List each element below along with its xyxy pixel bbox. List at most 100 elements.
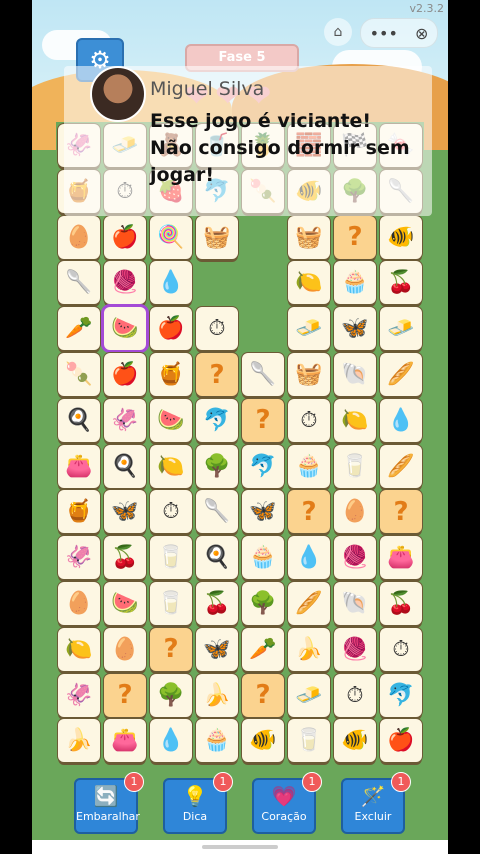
- tile[interactable]: 🥄: [196, 490, 238, 534]
- menu-capsule[interactable]: ••• ⊗: [360, 18, 438, 48]
- tile[interactable]: 🦑: [104, 398, 146, 442]
- tile[interactable]: 🧶: [334, 536, 376, 580]
- tile[interactable]: 🌳: [150, 673, 192, 717]
- tile[interactable]: 🍋: [288, 261, 330, 305]
- tile[interactable]: 💧: [150, 261, 192, 305]
- more-icon[interactable]: •••: [370, 24, 398, 43]
- tile[interactable]: 🥚: [334, 490, 376, 534]
- home-icon[interactable]: ⌂: [324, 18, 352, 46]
- tile[interactable]: ⏱: [334, 673, 376, 717]
- tile[interactable]: 🦋: [242, 490, 284, 534]
- mystery-tile[interactable]: ?: [150, 627, 192, 671]
- tile[interactable]: 🍌: [288, 627, 330, 671]
- tile[interactable]: 🍳: [104, 444, 146, 488]
- tile[interactable]: 🥛: [150, 536, 192, 580]
- tile[interactable]: 🍒: [104, 536, 146, 580]
- tile[interactable]: ⏱: [196, 307, 238, 351]
- tile[interactable]: 🦋: [334, 307, 376, 351]
- mystery-tile[interactable]: ?: [242, 673, 284, 717]
- tile[interactable]: 🐚: [334, 353, 376, 396]
- tile[interactable]: ⏱: [380, 627, 422, 671]
- tile[interactable]: 🍌: [196, 673, 238, 717]
- tile[interactable]: 🌳: [196, 444, 238, 488]
- tile[interactable]: 🐬: [380, 673, 422, 717]
- remove-button[interactable]: 🪄 Excluir 1: [341, 772, 411, 834]
- tile[interactable]: 🥄: [242, 353, 284, 396]
- mystery-tile[interactable]: ?: [334, 215, 376, 259]
- tile[interactable]: 🍉: [104, 307, 146, 351]
- tile[interactable]: 🧈: [380, 307, 422, 351]
- tile[interactable]: 🐠: [380, 215, 422, 259]
- tile[interactable]: 🧶: [104, 261, 146, 305]
- hint-button[interactable]: 💡 Dica 1: [163, 772, 233, 834]
- tile[interactable]: 🐠: [334, 719, 376, 763]
- tile[interactable]: 🍋: [58, 627, 100, 671]
- tile[interactable]: 🧁: [334, 261, 376, 305]
- tile[interactable]: 🧈: [288, 307, 330, 351]
- mystery-tile[interactable]: ?: [288, 490, 330, 534]
- tile[interactable]: 🍳: [58, 398, 100, 442]
- tile[interactable]: 🥄: [58, 261, 100, 305]
- tile[interactable]: 🥛: [288, 719, 330, 763]
- tile[interactable]: 🥛: [334, 444, 376, 488]
- mystery-tile[interactable]: ?: [104, 673, 146, 717]
- tile[interactable]: 🥛: [150, 582, 192, 625]
- tile[interactable]: 🥚: [58, 582, 100, 625]
- tile[interactable]: 👛: [104, 719, 146, 763]
- tile[interactable]: 🍒: [196, 582, 238, 625]
- tile[interactable]: 🍯: [58, 490, 100, 534]
- tile[interactable]: 🍎: [380, 719, 422, 763]
- tile[interactable]: 👛: [58, 444, 100, 488]
- tile[interactable]: 🍉: [104, 582, 146, 625]
- tile[interactable]: 🧺: [288, 353, 330, 396]
- tile[interactable]: 🦋: [104, 490, 146, 534]
- tile[interactable]: 🍋: [150, 444, 192, 488]
- tile[interactable]: 🧁: [288, 444, 330, 488]
- tile[interactable]: 🍉: [150, 398, 192, 442]
- tile[interactable]: 🧶: [334, 627, 376, 671]
- mystery-tile[interactable]: ?: [196, 353, 238, 396]
- tile[interactable]: 🍳: [196, 536, 238, 580]
- tile[interactable]: 👛: [380, 536, 422, 580]
- tile[interactable]: 🍎: [104, 215, 146, 259]
- tile[interactable]: ⏱: [288, 398, 330, 442]
- heart-button[interactable]: 💗 Coração 1: [252, 772, 322, 834]
- tile[interactable]: 🍒: [380, 261, 422, 305]
- tile[interactable]: 🧺: [288, 215, 330, 259]
- tile[interactable]: 🍡: [58, 353, 100, 396]
- tile[interactable]: 🥕: [242, 627, 284, 671]
- shuffle-button[interactable]: 🔄 Embaralhar 1: [74, 772, 144, 834]
- tile[interactable]: 🧈: [288, 673, 330, 717]
- tile[interactable]: 🐚: [334, 582, 376, 625]
- tile[interactable]: 🦑: [58, 536, 100, 580]
- close-icon[interactable]: ⊗: [415, 24, 428, 43]
- tile[interactable]: 🥚: [104, 627, 146, 671]
- tile[interactable]: 🐬: [196, 398, 238, 442]
- tile[interactable]: 🐬: [242, 444, 284, 488]
- mystery-tile[interactable]: ?: [242, 398, 284, 442]
- tile[interactable]: 🧁: [196, 719, 238, 763]
- tile[interactable]: 💧: [150, 719, 192, 763]
- tile[interactable]: 🥖: [380, 444, 422, 488]
- tile[interactable]: 💧: [288, 536, 330, 580]
- tile[interactable]: 💧: [380, 398, 422, 442]
- tile[interactable]: 🍒: [380, 582, 422, 625]
- tile[interactable]: 🍎: [104, 353, 146, 396]
- tile[interactable]: 🥖: [288, 582, 330, 625]
- tile[interactable]: 🍋: [334, 398, 376, 442]
- tile[interactable]: 🦋: [196, 627, 238, 671]
- mystery-tile[interactable]: ?: [380, 490, 422, 534]
- tile[interactable]: 🍌: [58, 719, 100, 763]
- tile[interactable]: 🍭: [150, 215, 192, 259]
- tile[interactable]: 🥖: [380, 353, 422, 396]
- tile[interactable]: 🦑: [58, 673, 100, 717]
- tile[interactable]: 🥕: [58, 307, 100, 351]
- tile[interactable]: ⏱: [150, 490, 192, 534]
- tile[interactable]: 🧁: [242, 536, 284, 580]
- tile[interactable]: 🍯: [150, 353, 192, 396]
- tile[interactable]: 🥚: [58, 215, 100, 259]
- tile[interactable]: 🍎: [150, 307, 192, 351]
- tile[interactable]: 🌳: [242, 582, 284, 625]
- tile[interactable]: 🐠: [242, 719, 284, 763]
- tile[interactable]: 🧺: [196, 215, 238, 259]
